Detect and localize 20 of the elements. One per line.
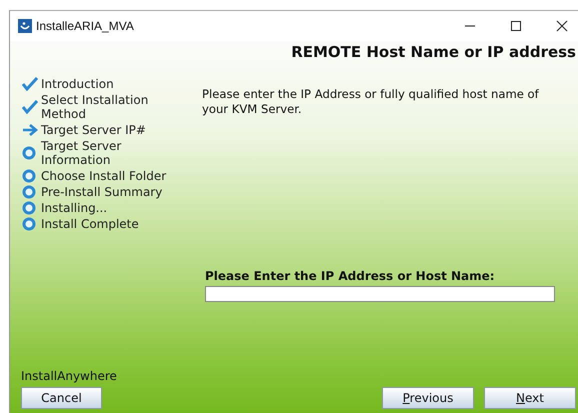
step-label: Pre-Install Summary: [41, 185, 164, 199]
page-heading: REMOTE Host Name or IP address: [291, 43, 576, 63]
step-label: Choose Install Folder: [41, 169, 168, 183]
brand-label: InstallAnywhere: [20, 369, 118, 385]
instruction-text: Please enter the IP Address or fully qualified host name of your KVM Server.: [202, 87, 540, 117]
step-label: Installing...: [41, 201, 108, 215]
wizard-button[interactable]: Next: [484, 387, 576, 409]
field-label: Please Enter the IP Address or Host Name:: [205, 269, 496, 283]
app-icon: [18, 19, 32, 33]
maximize-icon[interactable]: [510, 20, 522, 32]
step-label: Target Server Information: [41, 139, 122, 167]
step-label: Target Server IP#: [41, 123, 147, 137]
window-title: InstalleARIA_MVA: [36, 19, 134, 33]
step-label: Select Installation Method: [41, 93, 150, 121]
step-label: Install Complete: [41, 217, 140, 231]
host-name-field[interactable]: [205, 286, 555, 302]
close-icon[interactable]: [556, 20, 568, 32]
wizard-button[interactable]: Previous: [382, 387, 474, 409]
wizard-button[interactable]: Cancel: [21, 387, 102, 409]
step-label: Introduction: [41, 77, 115, 91]
